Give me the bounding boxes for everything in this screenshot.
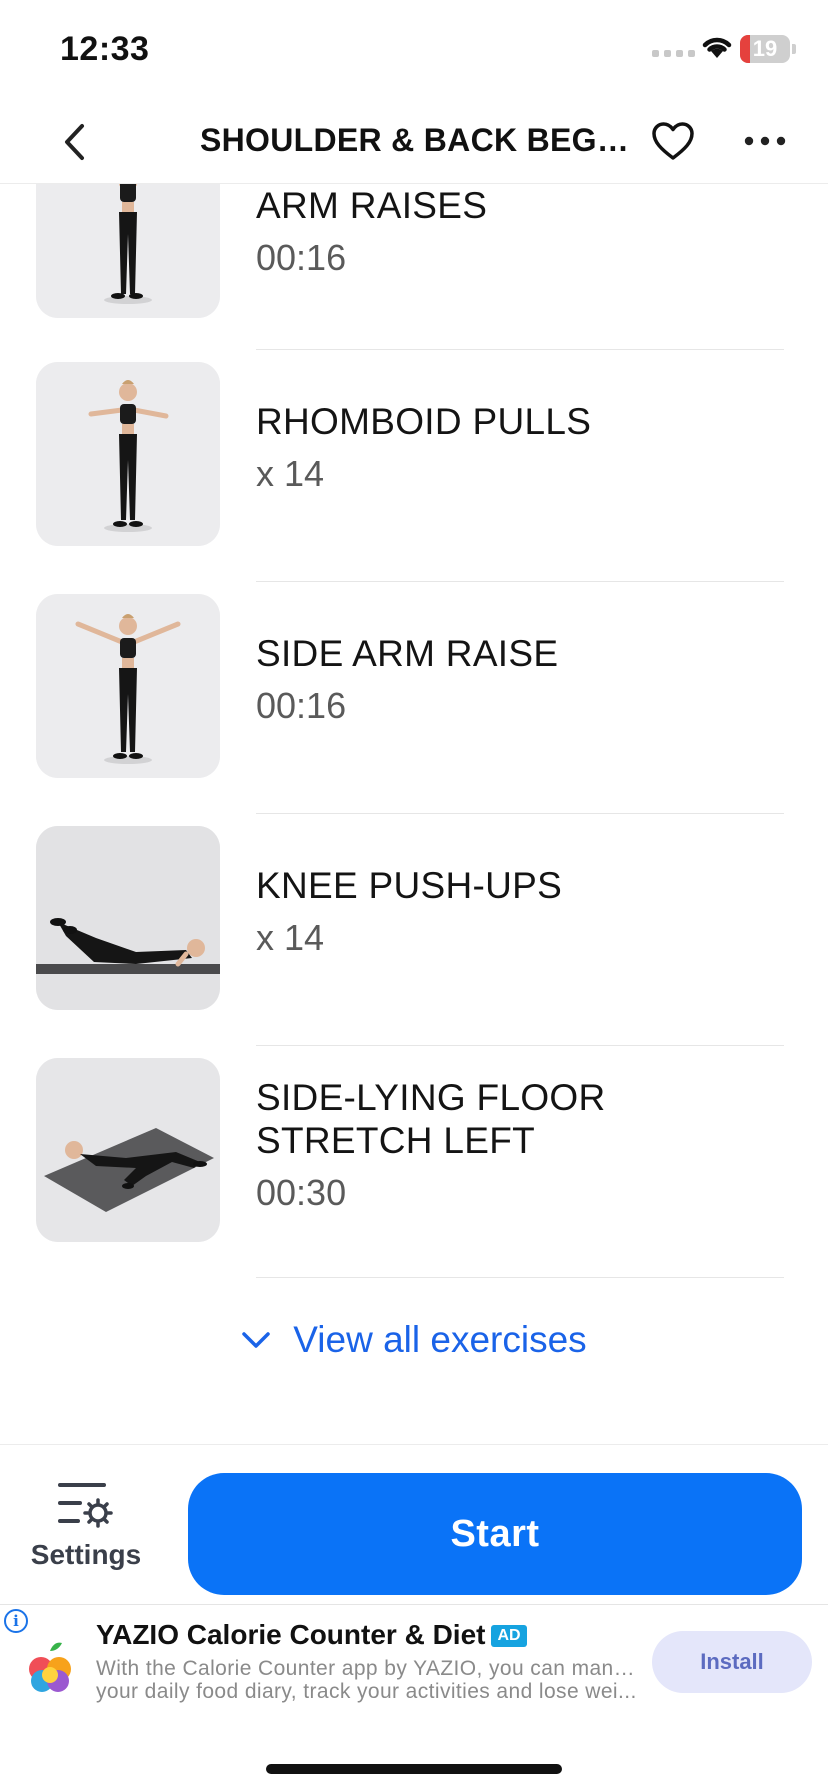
ad-banner[interactable]: i YAZIO Calorie Counter & Diet AD With th… bbox=[0, 1604, 828, 1724]
back-button[interactable] bbox=[52, 120, 96, 164]
exercise-info: RHOMBOID PULLS x 14 bbox=[256, 400, 786, 495]
exercise-duration: 00:30 bbox=[256, 1172, 347, 1213]
divider bbox=[256, 1277, 784, 1278]
exercise-name-line-1: SIDE-LYING FLOOR bbox=[256, 1077, 606, 1118]
exercise-thumbnail bbox=[36, 362, 220, 546]
figure-arms-side-image bbox=[36, 594, 220, 778]
navigation-bar: SHOULDER & BACK BEGIN... bbox=[0, 100, 828, 184]
cellular-signal-icon bbox=[652, 50, 695, 57]
yazio-logo-icon bbox=[26, 1639, 74, 1695]
heart-outline-icon bbox=[652, 122, 694, 160]
battery-cap bbox=[792, 44, 796, 54]
ellipsis-icon bbox=[744, 136, 786, 146]
settings-label: Settings bbox=[30, 1539, 142, 1570]
exercise-duration: 00:16 bbox=[256, 685, 347, 726]
view-all-exercises-link[interactable]: View all exercises bbox=[0, 1310, 828, 1370]
ad-badge: AD bbox=[491, 1625, 527, 1647]
ad-title: YAZIO Calorie Counter & Diet AD bbox=[96, 1619, 527, 1651]
ad-info-icon[interactable]: i bbox=[4, 1609, 28, 1633]
figure-arms-forward-image bbox=[36, 362, 220, 546]
exercise-thumbnail bbox=[36, 594, 220, 778]
exercise-name: ARM RAISES bbox=[256, 185, 488, 226]
battery-level: 19 bbox=[752, 36, 778, 61]
chevron-left-icon bbox=[65, 124, 84, 160]
exercise-row[interactable]: ARM RAISES 00:16 bbox=[0, 134, 828, 350]
page-title: SHOULDER & BACK BEGIN... bbox=[200, 122, 630, 158]
status-time: 12:33 bbox=[60, 30, 150, 68]
exercise-thumbnail bbox=[36, 1058, 220, 1242]
exercise-info: ARM RAISES 00:16 bbox=[256, 184, 786, 279]
exercise-name: SIDE-LYING FLOOR STRETCH LEFT bbox=[256, 1076, 786, 1162]
ad-install-button[interactable]: Install bbox=[652, 1631, 812, 1693]
wifi-icon bbox=[700, 34, 734, 65]
exercise-row[interactable]: SIDE-LYING FLOOR STRETCH LEFT 00:30 bbox=[0, 1046, 828, 1278]
figure-pushup-image bbox=[36, 826, 220, 1010]
bottom-action-bar: Settings Start bbox=[0, 1444, 828, 1604]
exercise-row[interactable]: RHOMBOID PULLS x 14 bbox=[0, 350, 828, 582]
exercise-list: ARM RAISES 00:16 RHOMBOID PULLS x 14 SID… bbox=[0, 134, 828, 1278]
favorite-button[interactable] bbox=[648, 116, 698, 166]
exercise-info: SIDE-LYING FLOOR STRETCH LEFT 00:30 bbox=[256, 1076, 786, 1214]
exercise-reps: x 14 bbox=[256, 917, 325, 958]
more-options-button[interactable] bbox=[740, 116, 790, 166]
ad-description: With the Calorie Counter app by YAZIO, y… bbox=[96, 1657, 642, 1703]
home-indicator[interactable] bbox=[266, 1764, 562, 1774]
view-all-label: View all exercises bbox=[293, 1319, 587, 1360]
exercise-name: RHOMBOID PULLS bbox=[256, 401, 592, 442]
exercise-name: SIDE ARM RAISE bbox=[256, 633, 559, 674]
exercise-info: KNEE PUSH-UPS x 14 bbox=[256, 864, 786, 959]
start-button[interactable]: Start bbox=[188, 1473, 802, 1595]
battery-icon: 19 bbox=[740, 35, 790, 63]
figure-floor-stretch-image bbox=[36, 1058, 220, 1242]
exercise-row[interactable]: KNEE PUSH-UPS x 14 bbox=[0, 814, 828, 1046]
settings-button[interactable]: Settings bbox=[26, 1481, 146, 1591]
exercise-name-line-2: STRETCH LEFT bbox=[256, 1120, 536, 1161]
exercise-info: SIDE ARM RAISE 00:16 bbox=[256, 632, 786, 727]
exercise-thumbnail bbox=[36, 826, 220, 1010]
chevron-down-icon bbox=[242, 1332, 271, 1348]
ad-description-line-2: your daily food diary, track your activi… bbox=[96, 1680, 637, 1703]
exercise-name: KNEE PUSH-UPS bbox=[256, 865, 563, 906]
settings-sliders-icon bbox=[58, 1483, 113, 1528]
exercise-duration: 00:16 bbox=[256, 237, 347, 278]
ad-title-text: YAZIO Calorie Counter & Diet bbox=[96, 1619, 486, 1650]
exercise-reps: x 14 bbox=[256, 453, 325, 494]
status-bar: 12:33 19 bbox=[0, 0, 828, 100]
exercise-row[interactable]: SIDE ARM RAISE 00:16 bbox=[0, 582, 828, 814]
ad-description-line-1: With the Calorie Counter app by YAZIO, y… bbox=[96, 1657, 642, 1680]
